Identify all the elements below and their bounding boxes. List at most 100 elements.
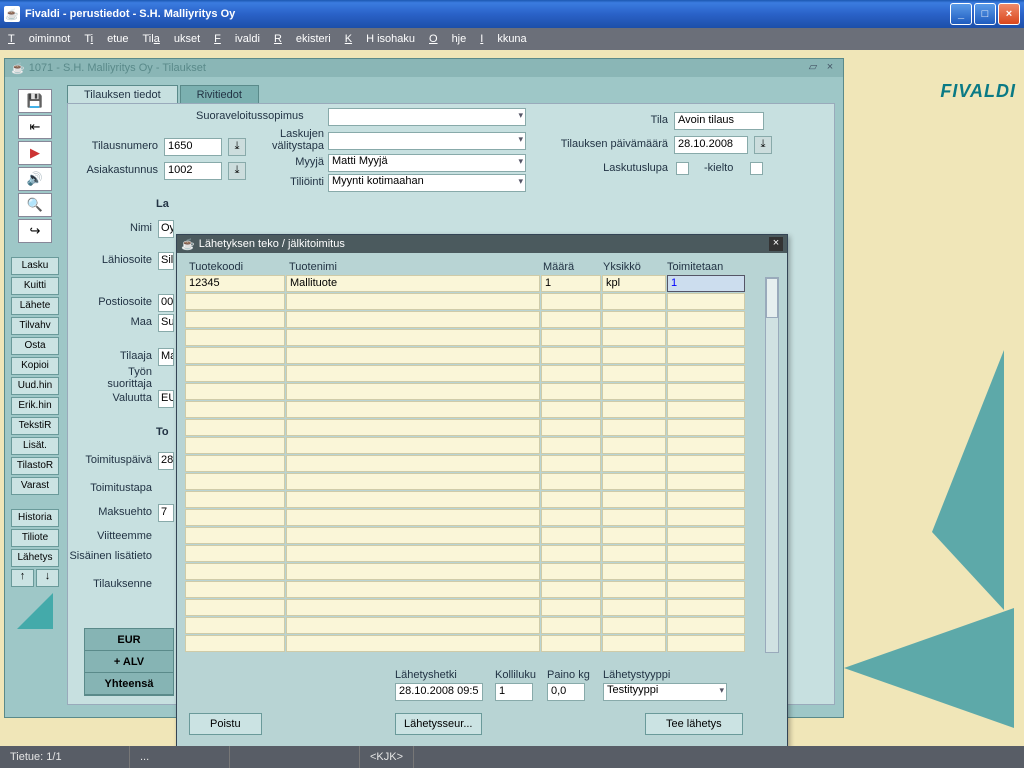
chk-kielto[interactable] [750,162,763,175]
menu-fivaldi[interactable]: Fivaldi [214,33,260,45]
menu-ikkuna[interactable]: Ikkuna [480,33,526,45]
chk-laskutuslupa[interactable] [676,162,689,175]
mdi-restore-button[interactable]: ▱ [806,61,820,75]
table-row[interactable] [185,347,763,364]
table-row[interactable] [185,401,763,418]
lbl-maksu: Maksuehto [90,506,152,518]
btn-varast[interactable]: Varast [11,477,59,495]
sound-icon[interactable]: 🔊 [18,167,52,191]
inp-asiakastunnus[interactable]: 1002 [164,162,222,180]
btn-tilpvm-cal[interactable]: ⤓ [754,136,772,154]
btn-tiliote[interactable]: Tiliote [11,529,59,547]
inp-tilaaja[interactable]: Ma [158,348,174,366]
btn-asiakastunnus-lookup[interactable]: ⤓ [228,162,246,180]
table-row[interactable] [185,581,763,598]
table-row[interactable] [185,311,763,328]
sum-yht: Yhteensä [85,673,173,695]
inp-tilausnumero[interactable]: 1650 [164,138,222,156]
btn-tee-lahetys[interactable]: Tee lähetys [645,713,743,735]
tab-tilauksen-tiedot[interactable]: Tilauksen tiedot [67,85,178,104]
down-button[interactable]: ↓ [36,569,59,587]
minimize-button[interactable]: _ [950,3,972,25]
table-row[interactable] [185,599,763,616]
inp-kolli[interactable]: 1 [495,683,533,701]
table-row[interactable] [185,293,763,310]
table-row[interactable] [185,437,763,454]
btn-lasku[interactable]: Lasku [11,257,59,275]
table-row[interactable] [185,509,763,526]
btn-kopioi[interactable]: Kopioi [11,357,59,375]
inp-tila[interactable]: Avoin tilaus [674,112,764,130]
btn-tekstir[interactable]: TekstiR [11,417,59,435]
btn-poistu[interactable]: Poistu [189,713,262,735]
btn-tilausnumero-lookup[interactable]: ⤓ [228,138,246,156]
lbl-laskujen: Laskujen välitystapa [264,128,324,152]
btn-lisat[interactable]: Lisät. [11,437,59,455]
table-row[interactable]: 12345Mallituote1kpl1 [185,275,763,292]
inp-nimi[interactable]: Oy [158,220,174,238]
summary-box: EUR + ALV Yhteensä [84,628,174,696]
table-row[interactable] [185,383,763,400]
btn-tilvahv[interactable]: Tilvahv [11,317,59,335]
table-row[interactable] [185,419,763,436]
inp-maksu[interactable]: 7 [158,504,174,522]
col-maara[interactable]: Määrä [539,259,599,275]
inp-posti[interactable]: 00 [158,294,174,312]
menu-tietue[interactable]: Tietue [84,33,128,45]
col-toimitetaan[interactable]: Toimitetaan [663,259,741,275]
up-button[interactable]: ↑ [11,569,34,587]
btn-tilastor[interactable]: TilastoR [11,457,59,475]
menu-ohje[interactable]: Ohje [429,33,466,45]
btn-uudhin[interactable]: Uud.hin [11,377,59,395]
zoom-icon[interactable]: 🔍 [18,193,52,217]
combo-tiliointi[interactable]: Myynti kotimaahan [328,174,526,192]
table-row[interactable] [185,329,763,346]
tab-rivitiedot[interactable]: Rivitiedot [180,85,259,104]
inp-valuutta[interactable]: EU [158,390,174,408]
col-tuotekoodi[interactable]: Tuotekoodi [185,259,285,275]
close-button[interactable]: × [998,3,1020,25]
table-row[interactable] [185,491,763,508]
combo-laskujen[interactable] [328,132,526,150]
mdi-close-button[interactable]: × [823,61,837,75]
col-tuotenimi[interactable]: Tuotenimi [285,259,539,275]
table-row[interactable] [185,473,763,490]
menu-rekisteri[interactable]: Rekisteri [274,33,331,45]
save-icon[interactable]: 💾 [18,89,52,113]
table-row[interactable] [185,635,763,652]
back-icon[interactable]: ⇤ [18,115,52,139]
btn-kuitti[interactable]: Kuitti [11,277,59,295]
btn-historia[interactable]: Historia [11,509,59,527]
inp-maa[interactable]: Su [158,314,174,332]
lbl-kielto: -kielto [704,162,733,174]
menu-toiminnot[interactable]: Toiminnot [8,33,70,45]
btn-osta[interactable]: Osta [11,337,59,355]
btn-erikhin[interactable]: Erik.hin [11,397,59,415]
btn-lahetys[interactable]: Lähetys [11,549,59,567]
menu-tilaukset[interactable]: Tilaukset [143,33,201,45]
maximize-button[interactable]: □ [974,3,996,25]
inp-tilpvm[interactable]: 28.10.2008 [674,136,748,154]
play-icon[interactable]: ▶ [18,141,52,165]
combo-myyja[interactable]: Matti Myyjä [328,154,526,172]
inp-lahi[interactable]: Sil [158,252,174,270]
dialog-titlebar[interactable]: ☕ Lähetyksen teko / jälkitoimitus × [177,235,787,253]
grid-scrollbar[interactable] [765,277,779,653]
combo-suorav[interactable] [328,108,526,126]
col-yksikko[interactable]: Yksikkö [599,259,663,275]
dialog-close-button[interactable]: × [769,237,783,251]
btn-lahete[interactable]: Lähete [11,297,59,315]
table-row[interactable] [185,455,763,472]
table-row[interactable] [185,365,763,382]
inp-paino[interactable]: 0,0 [547,683,585,701]
menu-kh[interactable]: KH isohaku [345,33,415,45]
exit-icon[interactable]: ↪ [18,219,52,243]
btn-lahetysseur[interactable]: Lähetysseur... [395,713,482,735]
table-row[interactable] [185,617,763,634]
table-row[interactable] [185,545,763,562]
table-row[interactable] [185,527,763,544]
combo-tyyppi[interactable]: Testityyppi [603,683,727,701]
table-row[interactable] [185,563,763,580]
inp-lahetyshetki[interactable]: 28.10.2008 09:5 [395,683,483,701]
inp-toimpvm[interactable]: 28 [158,452,174,470]
